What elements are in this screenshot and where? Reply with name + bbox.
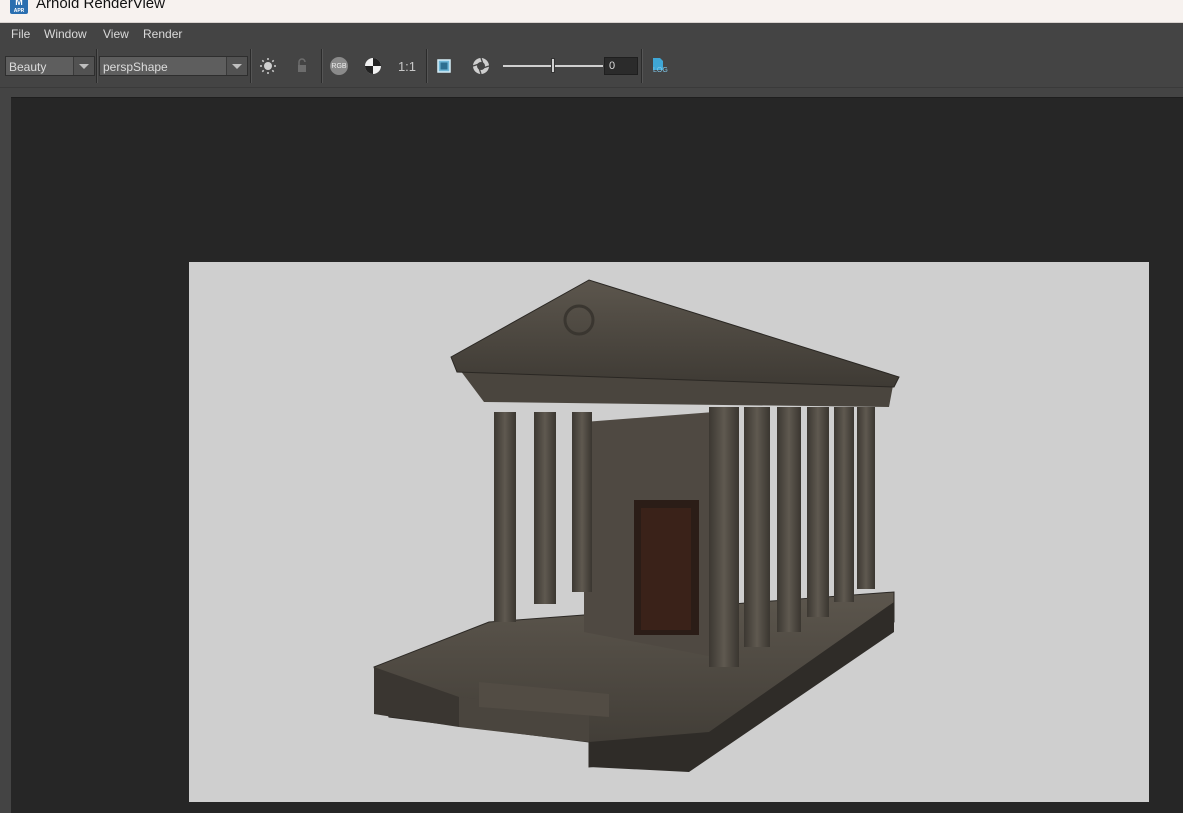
toolbar-divider: [96, 49, 98, 83]
render-image: [189, 262, 1149, 802]
menu-file[interactable]: File: [11, 27, 30, 41]
lock-button[interactable]: [291, 55, 313, 77]
camera-dropdown-value: perspShape: [103, 60, 168, 74]
toolbar-divider: [250, 49, 252, 83]
log-button[interactable]: LOG: [648, 55, 670, 77]
temple-render: [373, 279, 900, 772]
toolbar-divider: [426, 49, 428, 83]
exposure-slider[interactable]: [503, 58, 603, 73]
toolbar-divider: [641, 49, 643, 83]
crop-region-icon: [437, 59, 451, 73]
crop-region-button[interactable]: [433, 55, 455, 77]
aov-dropdown[interactable]: Beauty: [5, 56, 95, 76]
menu-render[interactable]: Render: [143, 27, 182, 41]
aov-dropdown-value: Beauty: [9, 60, 47, 74]
toolbar-divider: [321, 49, 323, 83]
sun-icon: [260, 58, 276, 74]
rgb-label: RGB: [331, 62, 347, 70]
lock-icon: [298, 58, 306, 72]
checker-icon: [365, 58, 381, 74]
camera-dropdown[interactable]: perspShape: [99, 56, 248, 76]
aperture-icon: [472, 57, 490, 75]
exposure-button[interactable]: [470, 55, 492, 77]
log-label: LOG: [653, 67, 668, 74]
maya-app-icon: M APR: [10, 0, 28, 14]
title-bar: M APR Arnold RenderView: [0, 0, 1183, 23]
ratio-button[interactable]: 1:1: [396, 55, 418, 77]
exposure-value-field[interactable]: 0: [604, 57, 638, 75]
refresh-render-button[interactable]: [257, 55, 279, 77]
rgb-channel-button[interactable]: RGB: [328, 55, 350, 77]
window-title: Arnold RenderView: [36, 0, 165, 12]
menu-window[interactable]: Window: [44, 27, 87, 41]
render-viewport[interactable]: [11, 97, 1183, 813]
toolbar: Beauty perspShape RGB 1:1 0 LOG: [0, 45, 1183, 88]
menu-view[interactable]: View: [103, 27, 129, 41]
background-toggle-button[interactable]: [362, 55, 384, 77]
exposure-slider-handle[interactable]: [551, 58, 555, 73]
chevron-down-icon: [226, 57, 247, 75]
chevron-down-icon: [73, 57, 94, 75]
menu-bar: File Window View Render: [0, 23, 1183, 45]
